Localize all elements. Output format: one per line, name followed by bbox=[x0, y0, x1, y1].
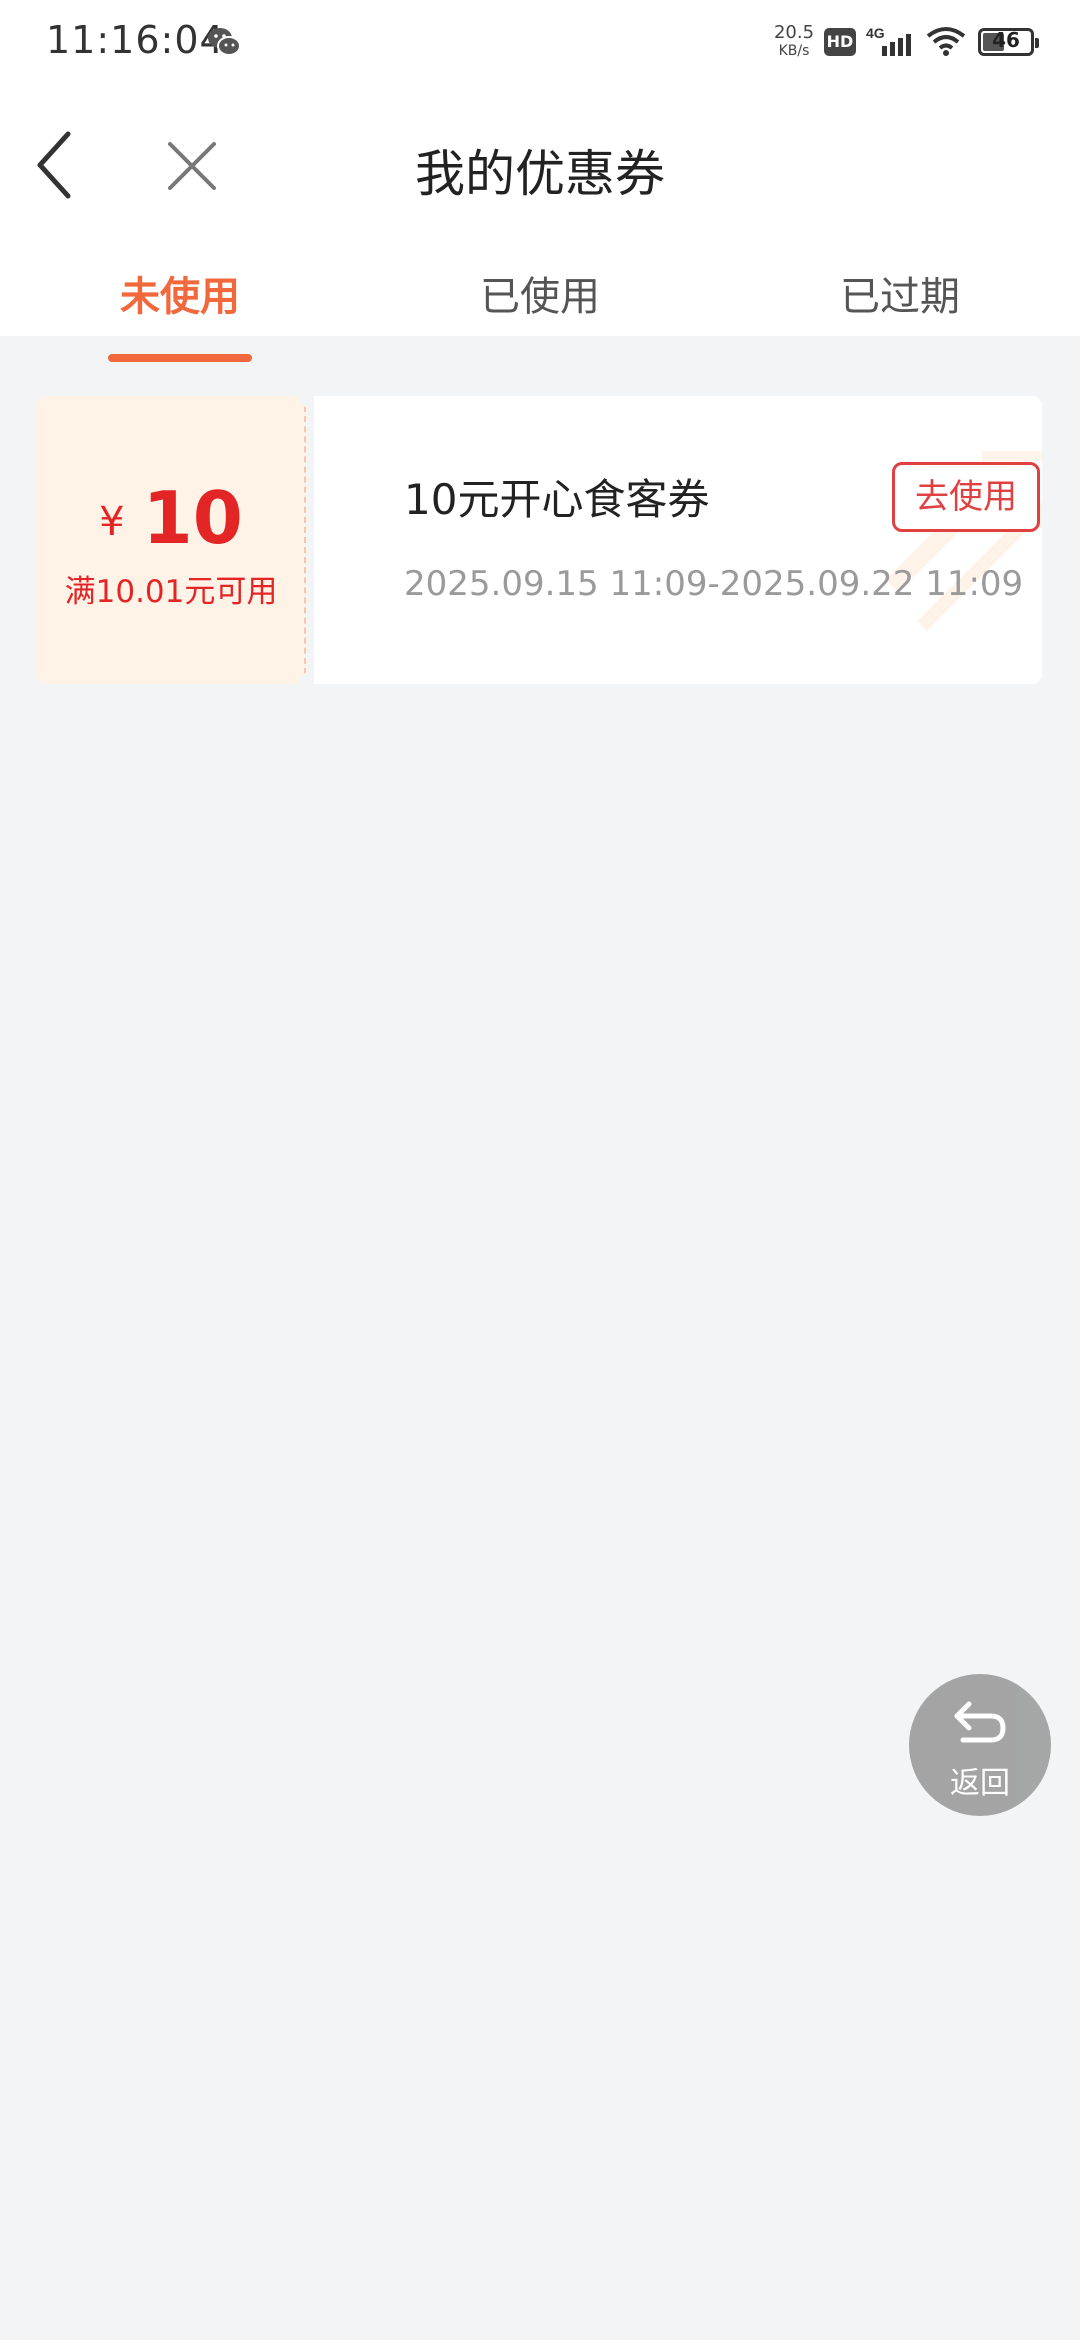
status-time: 11:16:04 bbox=[46, 18, 225, 62]
coupon-amount-row: ¥10 bbox=[36, 476, 306, 560]
coupon-validity-period: 2025.09.15 11:09-2025.09.22 11:09 bbox=[404, 564, 1024, 604]
tab-used[interactable]: 已使用 bbox=[360, 264, 720, 336]
page-title: 我的优惠券 bbox=[415, 145, 665, 203]
currency-symbol: ¥ bbox=[99, 499, 125, 545]
hd-icon: HD bbox=[824, 28, 856, 56]
coupon-tabs: 未使用 已使用 已过期 bbox=[0, 264, 1080, 336]
net-speed-value: 20.5 bbox=[773, 22, 815, 43]
floating-return-label: 返回 bbox=[950, 1766, 1010, 1801]
status-bar: 11:16:04 20.5 KB/s HD 4G 46 bbox=[0, 0, 1080, 84]
coupon-name: 10元开心食客券 bbox=[404, 475, 710, 524]
active-tab-indicator bbox=[108, 354, 252, 362]
network-type-label: 4G bbox=[866, 25, 885, 41]
battery-icon: 46 bbox=[978, 28, 1039, 56]
battery-level: 46 bbox=[992, 28, 1020, 52]
coupon-watermark-icon bbox=[885, 451, 1042, 631]
page-header: 我的优惠券 未使用 已使用 已过期 bbox=[0, 84, 1080, 362]
net-speed-indicator: 20.5 KB/s bbox=[772, 24, 816, 60]
coupon-card: ¥10 满10.01元可用 10元开心食客券 2025.09.15 11:09-… bbox=[36, 384, 1042, 696]
tab-unused[interactable]: 未使用 bbox=[0, 264, 360, 336]
return-arrow-icon bbox=[954, 1701, 1006, 1743]
wechat-icon bbox=[208, 28, 241, 56]
floating-return-button[interactable]: 返回 bbox=[909, 1674, 1051, 1816]
coupon-value-panel: ¥10 满10.01元可用 bbox=[36, 396, 306, 684]
signal-icon: 4G bbox=[866, 25, 911, 56]
wifi-icon bbox=[926, 27, 966, 56]
coupon-threshold: 满10.01元可用 bbox=[64, 574, 278, 610]
use-coupon-button[interactable]: 去使用 bbox=[892, 462, 1040, 532]
tab-expired[interactable]: 已过期 bbox=[720, 264, 1080, 336]
coupon-info-panel: 10元开心食客券 2025.09.15 11:09-2025.09.22 11:… bbox=[314, 396, 1042, 684]
net-speed-unit: KB/s bbox=[778, 43, 810, 59]
coupon-amount: 10 bbox=[142, 476, 243, 560]
